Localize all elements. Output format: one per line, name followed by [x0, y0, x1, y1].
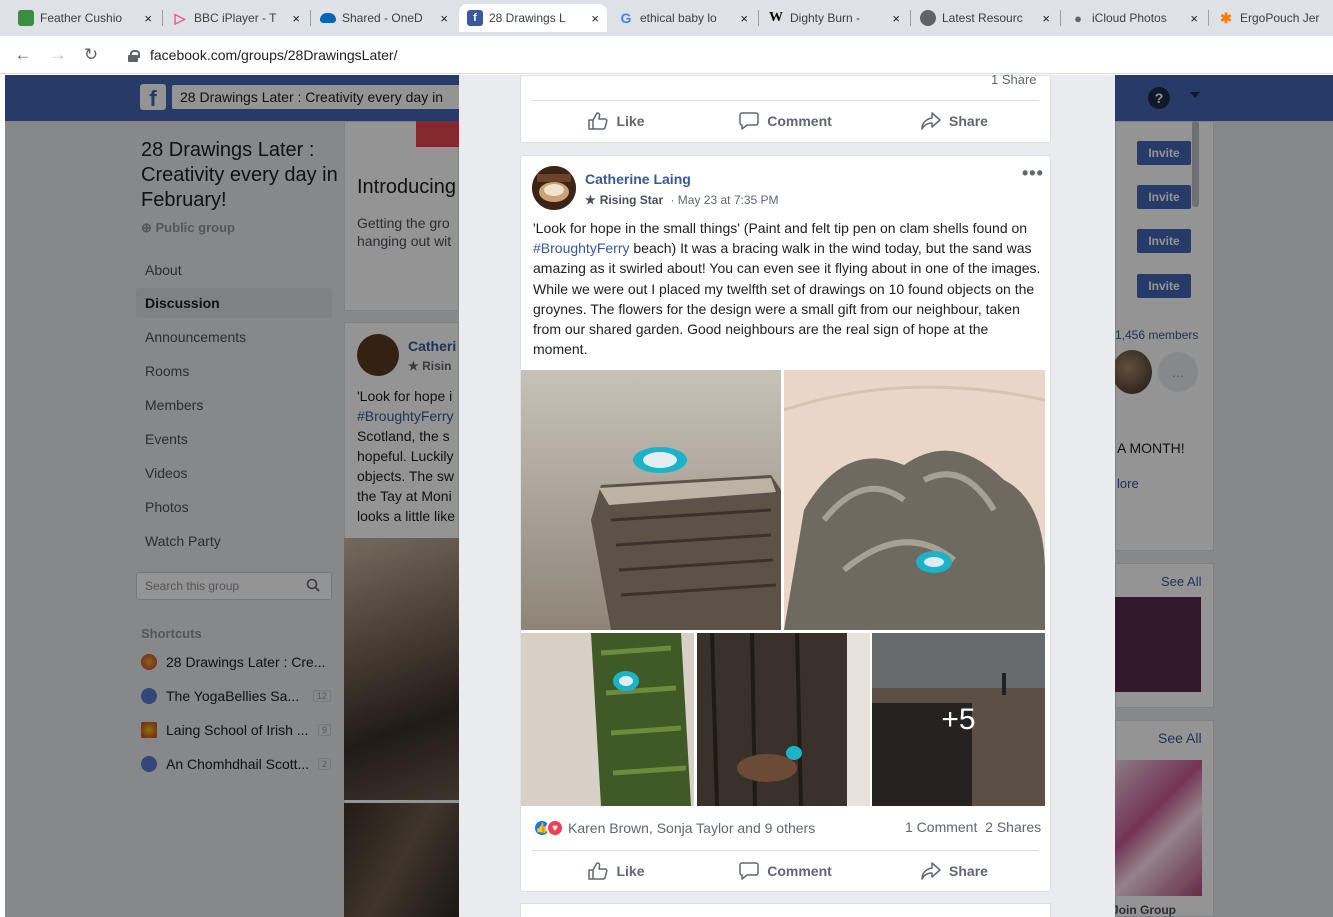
- share-arrow-icon: [921, 861, 941, 880]
- post-text: 'Look for hope in the small things' (Pai…: [533, 220, 1041, 358]
- globe-icon: [920, 10, 936, 26]
- comment-icon: [739, 861, 759, 880]
- post-author[interactable]: Catherine Laing: [585, 171, 691, 187]
- back-arrow-icon[interactable]: ←: [12, 44, 34, 66]
- share-button[interactable]: Share: [870, 101, 1039, 140]
- comment-share-counts[interactable]: 1 Comment 2 Shares: [905, 819, 1041, 835]
- comment-button[interactable]: Comment: [701, 851, 870, 890]
- tab-close-icon[interactable]: ×: [144, 11, 152, 26]
- tab-google-search[interactable]: G ethical baby lo ×: [610, 4, 756, 32]
- facebook-favicon-icon: f: [467, 10, 483, 26]
- tab-28-drawings[interactable]: f 28 Drawings L ×: [459, 4, 607, 32]
- next-post-card: [520, 903, 1051, 917]
- tab-icloud-photos[interactable]: ● iCloud Photos ×: [1062, 4, 1206, 32]
- post-timestamp[interactable]: May 23 at 7:35 PM: [678, 193, 779, 207]
- action-bar: Like Comment Share: [532, 100, 1039, 140]
- author-badge[interactable]: Rising Star: [600, 193, 663, 207]
- ergopouch-icon: ✱: [1220, 9, 1232, 26]
- tab-onedrive[interactable]: Shared - OneD ×: [312, 4, 456, 32]
- post-photo[interactable]: [521, 633, 694, 806]
- onedrive-cloud-icon: [320, 13, 336, 23]
- tab-wikipedia[interactable]: W Dighty Burn - ×: [760, 4, 908, 32]
- iplayer-icon: ▷: [174, 9, 186, 26]
- love-reaction-icon: ♥: [546, 819, 564, 837]
- forward-arrow-icon[interactable]: →: [47, 44, 69, 66]
- address-bar[interactable]: facebook.com/groups/28DrawingsLater/: [128, 44, 397, 66]
- tab-close-icon[interactable]: ×: [892, 11, 900, 26]
- tab-close-icon[interactable]: ×: [740, 11, 748, 26]
- star-icon: ★: [585, 193, 596, 207]
- like-button[interactable]: Like: [532, 851, 701, 890]
- tab-close-icon[interactable]: ×: [591, 11, 599, 26]
- post-photo[interactable]: [521, 370, 781, 630]
- tab-feather-cushion[interactable]: Feather Cushio ×: [10, 4, 160, 32]
- more-options-icon[interactable]: •••: [1022, 163, 1044, 184]
- apple-icon: ●: [1074, 10, 1082, 26]
- more-photos-overlay[interactable]: +5: [872, 633, 1045, 806]
- tab-close-icon[interactable]: ×: [1190, 11, 1198, 26]
- google-icon: G: [620, 10, 632, 26]
- browser-tab-bar: Feather Cushio × ▷ BBC iPlayer - T × Sha…: [0, 0, 1333, 36]
- share-arrow-icon: [921, 111, 941, 130]
- post-photo[interactable]: [697, 633, 870, 806]
- hashtag-link[interactable]: #BroughtyFerry: [533, 240, 629, 256]
- reload-icon[interactable]: ↻: [80, 44, 102, 66]
- post-photo[interactable]: [784, 370, 1045, 630]
- reactions-summary[interactable]: 👍 ♥ Karen Brown, Sonja Taylor and 9 othe…: [533, 818, 815, 838]
- thumbs-up-icon: [588, 111, 609, 130]
- tab-favicon-icon: [18, 10, 34, 26]
- comment-icon: [739, 111, 759, 130]
- tab-close-icon[interactable]: ×: [292, 11, 300, 26]
- action-bar: Like Comment Share: [532, 850, 1039, 890]
- tab-close-icon[interactable]: ×: [440, 11, 448, 26]
- avatar[interactable]: [532, 166, 576, 210]
- wikipedia-icon: W: [769, 10, 783, 25]
- like-button[interactable]: Like: [532, 101, 701, 140]
- tab-close-icon[interactable]: ×: [1042, 11, 1050, 26]
- share-count[interactable]: 1 Share: [991, 72, 1037, 87]
- tab-bbc-iplayer[interactable]: ▷ BBC iPlayer - T ×: [164, 4, 308, 32]
- thumbs-up-icon: [588, 861, 609, 880]
- tab-ergopouch[interactable]: ✱ ErgoPouch Jer: [1210, 4, 1333, 32]
- post-meta: ★ Rising Star · May 23 at 7:35 PM: [585, 193, 779, 207]
- comment-button[interactable]: Comment: [701, 101, 870, 140]
- avatar-photo: [532, 166, 576, 210]
- url-text: facebook.com/groups/28DrawingsLater/: [150, 47, 398, 63]
- tab-latest-resources[interactable]: Latest Resourc ×: [912, 4, 1058, 32]
- share-button[interactable]: Share: [870, 851, 1039, 890]
- lock-icon: [128, 49, 140, 62]
